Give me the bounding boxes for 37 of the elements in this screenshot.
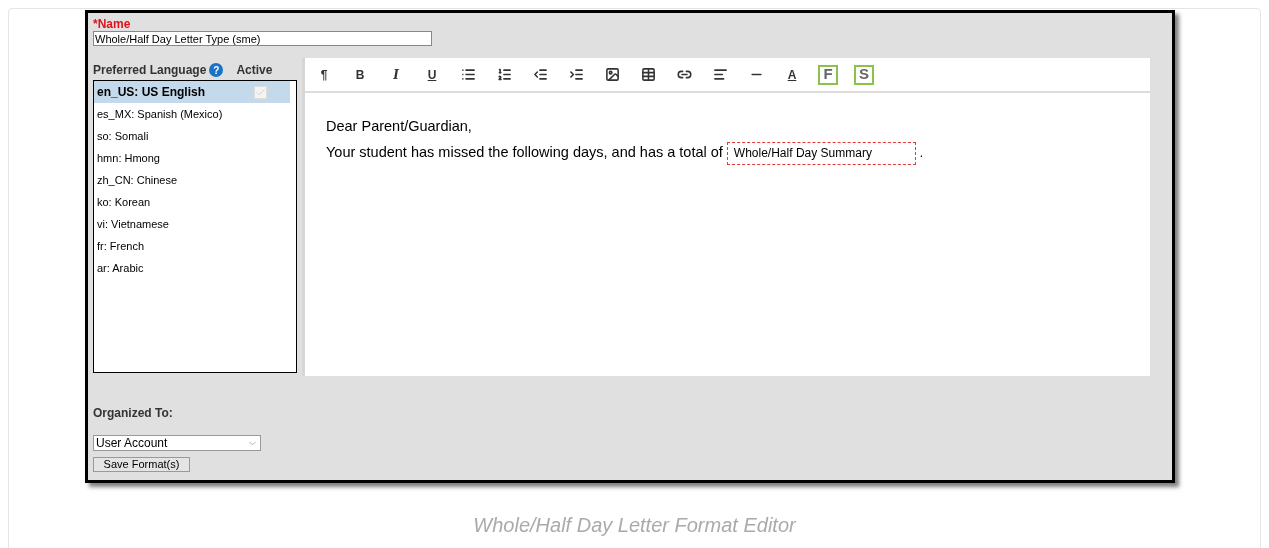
language-item[interactable]: zh_CN: Chinese <box>94 169 290 191</box>
editor-text: Your student has missed the following days, and has a total of <box>326 143 723 163</box>
active-checkbox[interactable] <box>254 85 267 99</box>
toolbar-button[interactable]: ¶ <box>306 62 342 87</box>
column-header: Preferred Language <box>93 62 207 79</box>
figure-caption: Whole/Half Day Letter Format Editor <box>473 513 796 538</box>
toolbar-button[interactable]: F <box>818 64 838 85</box>
save-button[interactable]: Save Format(s) <box>93 457 190 472</box>
bullet-list-icon[interactable] <box>460 67 476 82</box>
toolbar-button[interactable]: A <box>774 62 810 87</box>
outdent-icon[interactable] <box>532 67 548 82</box>
language-item[interactable]: en_US: US English <box>94 81 290 103</box>
toolbar-button[interactable]: S <box>854 64 874 85</box>
column-header: Active <box>236 62 273 79</box>
language-item[interactable]: hmn: Hmong <box>94 147 290 169</box>
numbered-list-icon[interactable] <box>496 67 512 82</box>
field-label: Organized To: <box>93 405 174 422</box>
toolbar-button[interactable]: I <box>378 62 414 87</box>
field-label: *Name <box>93 17 132 31</box>
align-left-icon[interactable] <box>712 67 728 82</box>
language-item[interactable]: ar: Arabic <box>94 257 290 279</box>
indent-icon[interactable] <box>568 67 584 82</box>
toolbar-button[interactable]: U <box>414 62 450 87</box>
language-item[interactable]: ko: Korean <box>94 191 290 213</box>
table-icon[interactable] <box>640 67 656 82</box>
editor-text: . <box>919 145 924 163</box>
help-icon[interactable]: ? <box>209 63 224 77</box>
name-input[interactable]: Whole/Half Day Letter Type (sme) <box>93 31 432 46</box>
language-item[interactable]: fr: French <box>94 235 290 257</box>
organized-to-select[interactable]: User Account <box>93 435 261 451</box>
editor-text: Dear Parent/Guardian, <box>326 117 473 136</box>
toolbar-button[interactable]: B <box>342 62 378 87</box>
merge-field[interactable]: Whole/Half Day Summary <box>726 141 916 165</box>
language-item[interactable]: vi: Vietnamese <box>94 213 290 235</box>
image-icon[interactable] <box>604 67 620 82</box>
language-item[interactable]: so: Somali <box>94 125 290 147</box>
language-item[interactable]: es_MX: Spanish (Mexico) <box>94 103 290 125</box>
